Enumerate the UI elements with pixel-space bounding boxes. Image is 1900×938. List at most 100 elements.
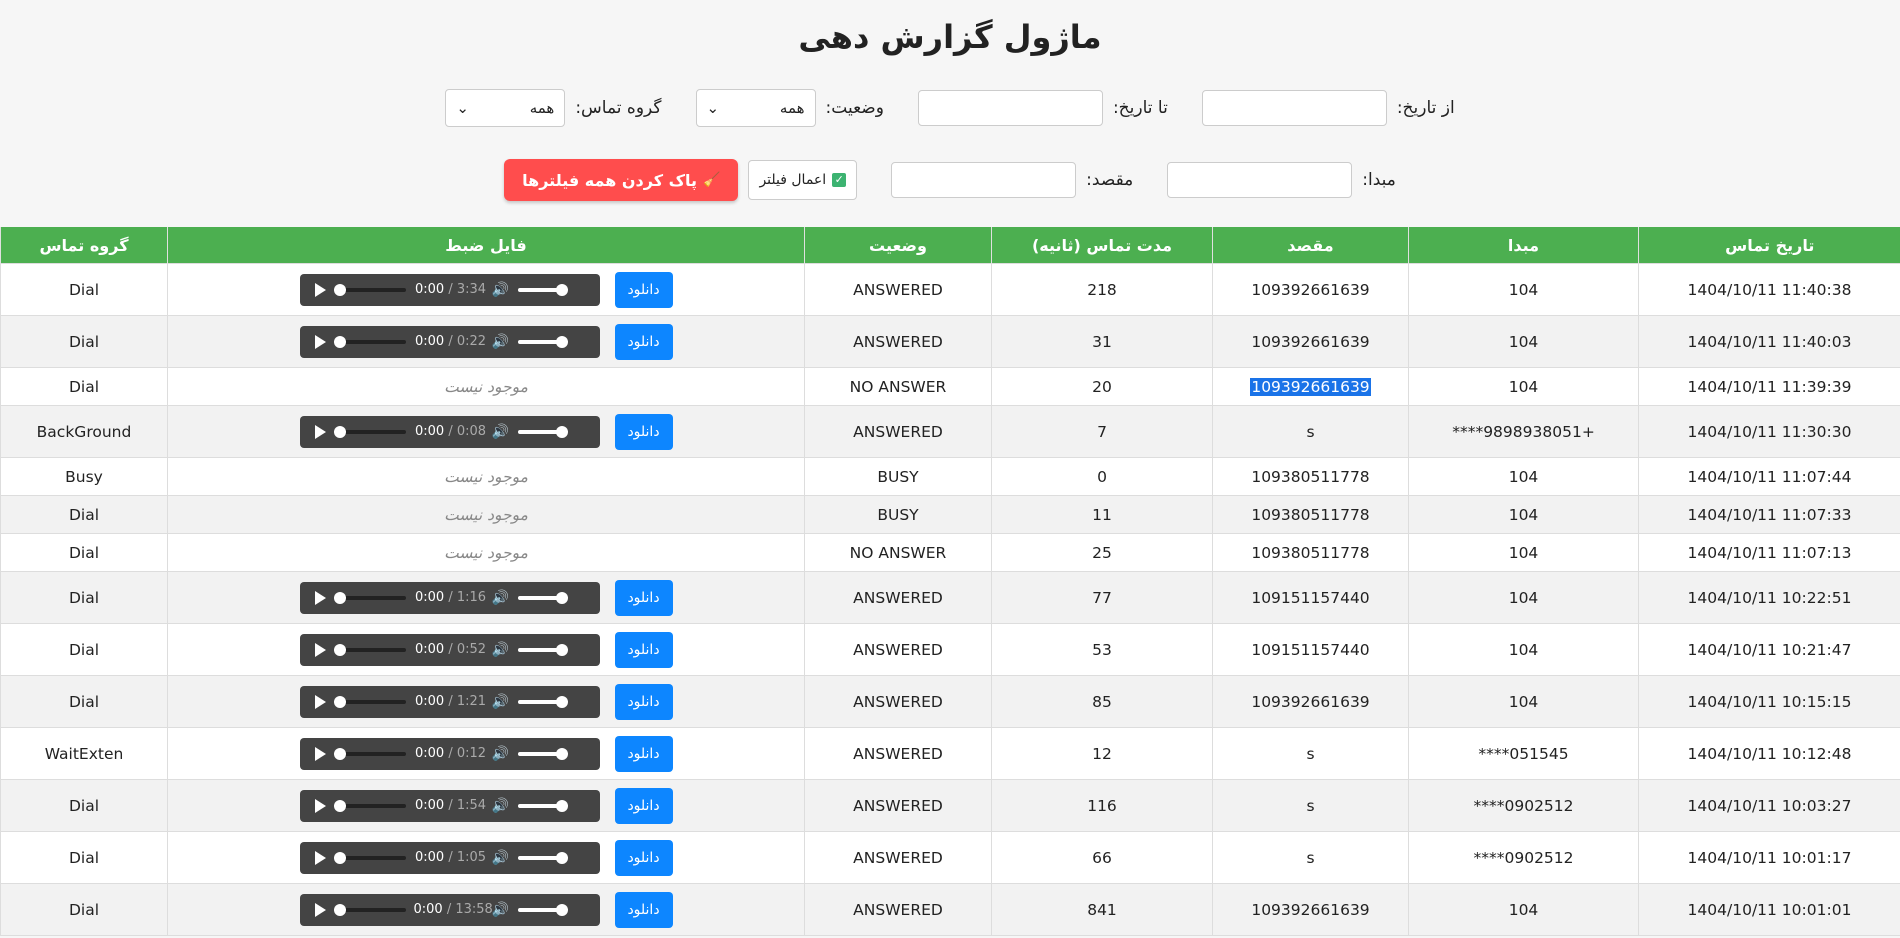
progress-bar[interactable] <box>333 335 406 348</box>
cell-duration: 12 <box>991 727 1213 780</box>
progress-bar[interactable] <box>333 283 406 296</box>
download-button[interactable]: دانلود <box>614 271 673 308</box>
volume-icon[interactable]: 🔊 <box>492 590 510 606</box>
progress-bar[interactable] <box>333 799 406 812</box>
play-icon[interactable] <box>314 746 326 761</box>
volume-knob[interactable] <box>555 799 568 812</box>
volume-slider[interactable] <box>517 283 568 296</box>
volume-slider[interactable] <box>517 747 568 760</box>
source-input[interactable] <box>1167 162 1353 198</box>
volume-slider[interactable] <box>517 643 568 656</box>
audio-player[interactable]: 0:00 / 0:12 🔊 <box>299 737 600 770</box>
header-group[interactable]: گروه تماس <box>0 227 168 264</box>
volume-slider[interactable] <box>517 695 568 708</box>
download-button[interactable]: دانلود <box>614 735 673 772</box>
progress-knob[interactable] <box>333 903 346 916</box>
audio-player[interactable]: 0:00 / 0:52 🔊 <box>299 633 600 666</box>
progress-knob[interactable] <box>333 643 346 656</box>
volume-knob[interactable] <box>555 851 568 864</box>
volume-slider[interactable] <box>517 799 568 812</box>
apply-filter-button[interactable]: ✓ اعمال فیلتر <box>748 160 858 200</box>
progress-knob[interactable] <box>333 799 346 812</box>
header-destination[interactable]: مقصد <box>1212 227 1409 264</box>
download-button[interactable]: دانلود <box>614 891 673 928</box>
progress-knob[interactable] <box>333 591 346 604</box>
download-button[interactable]: دانلود <box>614 839 673 876</box>
volume-icon[interactable]: 🔊 <box>492 798 510 814</box>
header-source[interactable]: مبدا <box>1408 227 1639 264</box>
from-date-input[interactable] <box>1201 90 1387 126</box>
progress-bar[interactable] <box>333 747 406 760</box>
progress-knob[interactable] <box>333 283 346 296</box>
download-button[interactable]: دانلود <box>614 683 673 720</box>
volume-knob[interactable] <box>555 591 568 604</box>
volume-icon[interactable]: 🔊 <box>492 902 510 918</box>
play-icon[interactable] <box>314 850 326 865</box>
to-date-input[interactable] <box>917 90 1103 126</box>
volume-slider[interactable] <box>517 851 568 864</box>
play-icon[interactable] <box>314 334 326 349</box>
group-select[interactable]: همه ⌄ <box>445 89 566 127</box>
volume-knob[interactable] <box>555 283 568 296</box>
download-button[interactable]: دانلود <box>614 631 673 668</box>
download-button[interactable]: دانلود <box>614 579 673 616</box>
volume-knob[interactable] <box>555 903 568 916</box>
destination-input[interactable] <box>891 162 1077 198</box>
recording-controls: دانلود 0:00 / 1:54 🔊 <box>168 787 804 824</box>
progress-knob[interactable] <box>333 425 346 438</box>
header-recording[interactable]: فایل ضبط <box>167 227 805 264</box>
audio-player[interactable]: 0:00 / 3:34 🔊 <box>299 273 600 306</box>
play-icon[interactable] <box>314 642 326 657</box>
audio-player[interactable]: 0:00 / 1:16 🔊 <box>299 581 600 614</box>
status-select[interactable]: همه ⌄ <box>695 89 816 127</box>
progress-knob[interactable] <box>333 747 346 760</box>
play-icon[interactable] <box>314 798 326 813</box>
progress-bar[interactable] <box>333 903 406 916</box>
audio-player[interactable]: 0:00 / 13:58 🔊 <box>299 893 600 926</box>
progress-knob[interactable] <box>333 335 346 348</box>
play-icon[interactable] <box>314 590 326 605</box>
progress-bar[interactable] <box>333 591 406 604</box>
cell-recording: دانلود 0:00 / 0:22 🔊 <box>167 315 805 368</box>
volume-icon[interactable]: 🔊 <box>492 642 510 658</box>
volume-icon[interactable]: 🔊 <box>492 282 510 298</box>
volume-knob[interactable] <box>555 643 568 656</box>
audio-player[interactable]: 0:00 / 1:21 🔊 <box>299 685 600 718</box>
volume-icon[interactable]: 🔊 <box>492 694 510 710</box>
volume-knob[interactable] <box>555 695 568 708</box>
group-select-value: همه <box>529 99 555 117</box>
progress-bar[interactable] <box>333 695 406 708</box>
download-button[interactable]: دانلود <box>614 413 673 450</box>
play-icon[interactable] <box>314 694 326 709</box>
volume-slider[interactable] <box>517 425 568 438</box>
volume-icon[interactable]: 🔊 <box>492 334 510 350</box>
progress-knob[interactable] <box>333 695 346 708</box>
play-icon[interactable] <box>314 424 326 439</box>
volume-knob[interactable] <box>555 335 568 348</box>
volume-knob[interactable] <box>555 747 568 760</box>
volume-icon[interactable]: 🔊 <box>492 746 510 762</box>
clear-filters-button[interactable]: 🧹 پاک کردن همه فیلترها <box>504 159 739 201</box>
audio-player[interactable]: 0:00 / 0:22 🔊 <box>299 325 600 358</box>
progress-bar[interactable] <box>333 851 406 864</box>
audio-player[interactable]: 0:00 / 0:08 🔊 <box>299 415 600 448</box>
progress-knob[interactable] <box>333 851 346 864</box>
cell-duration-text: 116 <box>1087 796 1117 815</box>
volume-slider[interactable] <box>517 591 568 604</box>
play-icon[interactable] <box>314 282 326 297</box>
volume-icon[interactable]: 🔊 <box>492 850 510 866</box>
volume-icon[interactable]: 🔊 <box>492 424 510 440</box>
audio-player[interactable]: 0:00 / 1:54 🔊 <box>299 789 600 822</box>
progress-bar[interactable] <box>333 425 406 438</box>
progress-bar[interactable] <box>333 643 406 656</box>
header-status[interactable]: وضعیت <box>804 227 992 264</box>
volume-slider[interactable] <box>517 903 568 916</box>
audio-player[interactable]: 0:00 / 1:05 🔊 <box>299 841 600 874</box>
volume-knob[interactable] <box>555 425 568 438</box>
download-button[interactable]: دانلود <box>614 323 673 360</box>
volume-slider[interactable] <box>517 335 568 348</box>
download-button[interactable]: دانلود <box>614 787 673 824</box>
header-date[interactable]: تاریخ تماس <box>1638 227 1900 264</box>
play-icon[interactable] <box>314 902 326 917</box>
header-duration[interactable]: مدت تماس (ثانیه) <box>991 227 1213 264</box>
